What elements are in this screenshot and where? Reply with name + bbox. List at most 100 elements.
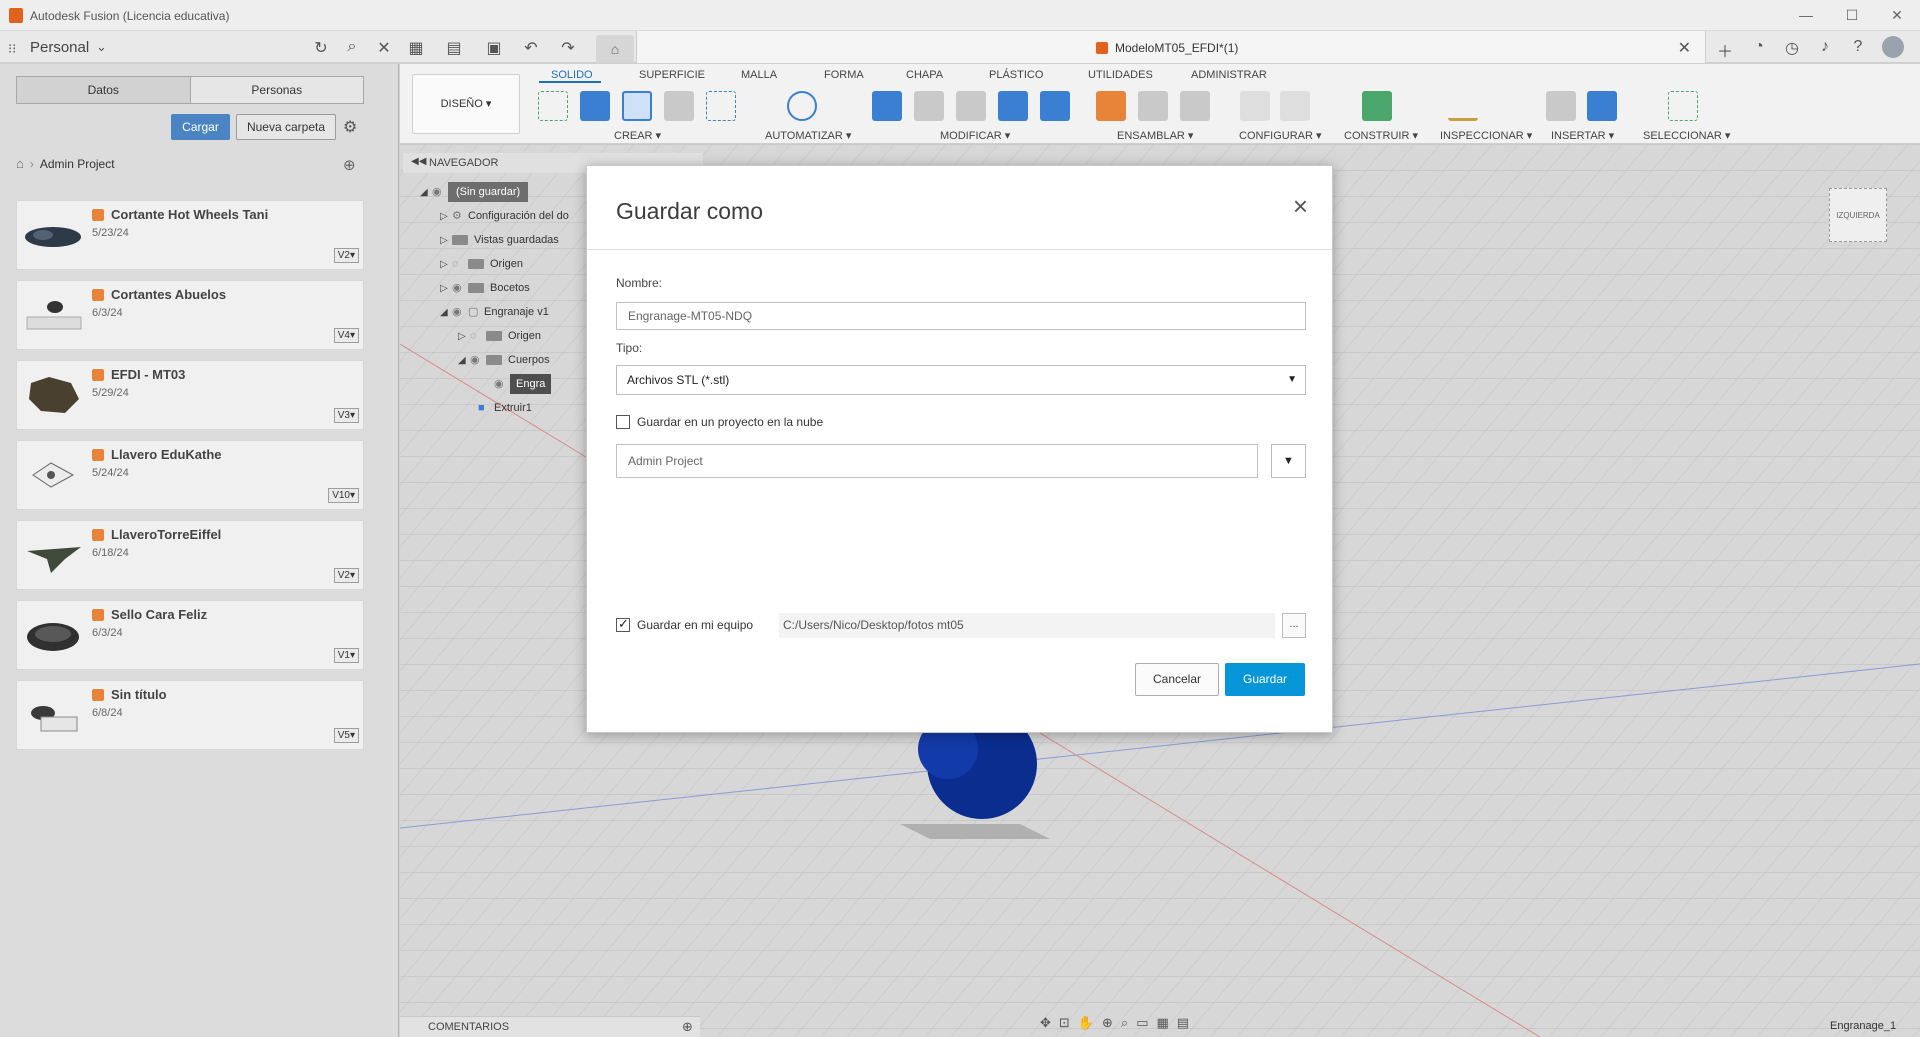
expand-icon[interactable]: ◢: [420, 183, 432, 203]
expand-icon[interactable]: ◢: [440, 303, 452, 323]
expand-icon[interactable]: ▷: [440, 279, 452, 299]
measure-icon[interactable]: [1448, 91, 1478, 121]
create-sketch-icon[interactable]: [538, 91, 568, 121]
workspace-selector[interactable]: Personal: [30, 39, 89, 56]
version-badge[interactable]: V1▾: [333, 648, 359, 663]
tab-datos[interactable]: Datos: [17, 77, 190, 103]
viewcube[interactable]: IZQUIERDA: [1825, 180, 1893, 248]
extensions-icon[interactable]: ◔: [1748, 38, 1770, 56]
group-construir[interactable]: CONSTRUIR ▾: [1344, 129, 1418, 142]
expand-icon[interactable]: ▷: [458, 327, 470, 347]
group-insertar[interactable]: INSERTAR ▾: [1551, 129, 1614, 142]
timeline-item[interactable]: ■ Extruir1: [478, 398, 532, 418]
add-comment-icon[interactable]: ⊕: [682, 1019, 693, 1035]
nav-item[interactable]: ▷ ◉ Bocetos: [440, 278, 530, 298]
bom-icon[interactable]: [1180, 91, 1210, 121]
group-crear[interactable]: CREAR ▾: [614, 129, 661, 142]
viewcube-face[interactable]: IZQUIERDA: [1829, 188, 1887, 242]
viewports-icon[interactable]: ▤: [1177, 1015, 1197, 1030]
notifications-icon[interactable]: ♪: [1814, 38, 1836, 56]
file-card[interactable]: Llavero EduKathe 5/24/24 V10▾: [16, 440, 364, 510]
save-icon[interactable]: ▣: [483, 38, 505, 58]
hole-icon[interactable]: [664, 91, 694, 121]
group-automatizar[interactable]: AUTOMATIZAR ▾: [765, 129, 851, 142]
eye-icon[interactable]: ◉: [494, 374, 510, 394]
app-grid-icon[interactable]: ▦: [405, 38, 427, 58]
eye-icon[interactable]: ◉: [452, 302, 468, 322]
fillet-icon[interactable]: [914, 91, 944, 121]
fit-icon[interactable]: ⌕: [1121, 1015, 1136, 1030]
nav-item[interactable]: ▷ ⚙ Configuración del do: [440, 206, 569, 226]
expand-icon[interactable]: ◢: [458, 351, 470, 371]
group-configurar[interactable]: CONFIGURAR ▾: [1239, 129, 1322, 142]
pan-icon[interactable]: ✋: [1078, 1015, 1102, 1030]
type-select[interactable]: Archivos STL (*.stl) ▼: [616, 365, 1306, 395]
name-input[interactable]: Engranage-MT05-NDQ: [616, 302, 1306, 330]
local-path-field[interactable]: C:/Users/Nico/Desktop/fotos mt05: [779, 613, 1275, 638]
save-local-label[interactable]: Guardar en mi equipo: [637, 618, 753, 632]
expand-icon[interactable]: ▷: [440, 231, 452, 251]
tab-plastico[interactable]: PLÁSTICO: [989, 69, 1043, 81]
tab-administrar[interactable]: ADMINISTRAR: [1191, 69, 1267, 81]
close-panel-icon[interactable]: ✕: [373, 38, 395, 58]
new-folder-button[interactable]: Nueva carpeta: [236, 114, 336, 140]
document-tab[interactable]: ModeloMT05_EFDI*(1) ✕: [636, 31, 1706, 63]
tab-solido[interactable]: SOLIDO: [551, 69, 593, 81]
shell-icon[interactable]: [1040, 91, 1070, 121]
chevron-down-icon[interactable]: ▼: [1287, 366, 1297, 394]
file-card[interactable]: LlaveroTorreEiffel 6/18/24 V2▾: [16, 520, 364, 590]
file-menu-icon[interactable]: ▤: [443, 38, 465, 58]
expand-icon[interactable]: ▷: [440, 255, 452, 275]
table-icon[interactable]: [1280, 91, 1310, 121]
undo-icon[interactable]: ↶: [520, 38, 542, 58]
version-badge[interactable]: V5▾: [333, 728, 359, 743]
help-icon[interactable]: ?: [1847, 38, 1869, 56]
display-settings-icon[interactable]: ▭: [1136, 1015, 1156, 1030]
nav-item[interactable]: ◢ ◉ Cuerpos: [458, 350, 550, 370]
version-badge[interactable]: V2▾: [333, 568, 359, 583]
user-avatar[interactable]: [1882, 36, 1904, 58]
upload-button[interactable]: Cargar: [171, 114, 230, 140]
tab-utilidades[interactable]: UTILIDADES: [1088, 69, 1153, 81]
look-at-icon[interactable]: ⊡: [1059, 1015, 1078, 1030]
zoom-icon[interactable]: ⊕: [1102, 1015, 1121, 1030]
tab-superficie[interactable]: SUPERFICIE: [639, 69, 705, 81]
workspace-design-button[interactable]: DISEÑO ▾: [412, 74, 520, 134]
group-ensamblar[interactable]: ENSAMBLAR ▾: [1117, 129, 1193, 142]
version-badge[interactable]: V10▾: [328, 488, 359, 503]
browse-button[interactable]: ...: [1282, 613, 1306, 638]
nav-item[interactable]: ▷ ◌ Origen: [440, 254, 523, 274]
expand-icon[interactable]: ▷: [440, 207, 452, 227]
project-dropdown-button[interactable]: ▼: [1271, 444, 1306, 478]
group-inspeccionar[interactable]: INSPECCIONAR ▾: [1440, 129, 1532, 142]
file-card[interactable]: EFDI - MT03 5/29/24 V3▾: [16, 360, 364, 430]
joint-icon[interactable]: [1138, 91, 1168, 121]
grid-settings-icon[interactable]: ▦: [1156, 1015, 1176, 1030]
project-input[interactable]: Admin Project: [616, 444, 1258, 478]
close-tab-icon[interactable]: ✕: [1678, 38, 1691, 58]
extrude-icon[interactable]: [580, 91, 610, 121]
save-local-checkbox[interactable]: [616, 616, 630, 632]
tab-chapa[interactable]: CHAPA: [906, 69, 943, 81]
construct-plane-icon[interactable]: [1362, 91, 1392, 121]
pattern-icon[interactable]: [706, 91, 736, 121]
chevron-down-icon[interactable]: ⌄: [96, 39, 107, 55]
orbit-icon[interactable]: ✥: [1040, 1015, 1059, 1030]
file-card[interactable]: Cortantes Abuelos 6/3/24 V4▾: [16, 280, 364, 350]
group-modificar[interactable]: MODIFICAR ▾: [940, 129, 1010, 142]
cloud-project-label[interactable]: Guardar en un proyecto en la nube: [637, 415, 823, 429]
comments-bar[interactable]: COMENTARIOS ⊕: [400, 1016, 700, 1037]
eye-icon[interactable]: ◉: [470, 350, 486, 370]
home-icon[interactable]: ⌂: [16, 156, 24, 171]
file-card[interactable]: Sello Cara Feliz 6/3/24 V1▾: [16, 600, 364, 670]
cancel-button[interactable]: Cancelar: [1135, 663, 1219, 696]
close-icon[interactable]: ×: [1293, 193, 1308, 219]
automate-icon[interactable]: [787, 91, 817, 121]
combine-icon[interactable]: [998, 91, 1028, 121]
tab-personas[interactable]: Personas: [189, 77, 364, 103]
maximize-button[interactable]: ☐: [1829, 4, 1875, 26]
nav-item[interactable]: ▷ ◌ Origen: [458, 326, 541, 346]
tab-forma[interactable]: FORMA: [824, 69, 864, 81]
search-icon[interactable]: ⌕: [341, 38, 363, 56]
eye-icon[interactable]: ◉: [432, 182, 448, 202]
